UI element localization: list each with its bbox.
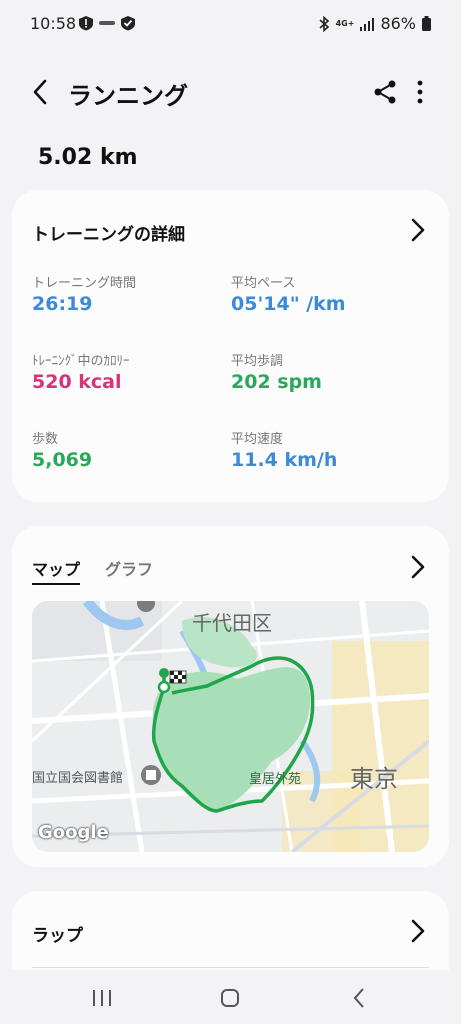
metric-label-steps: 歩数	[32, 432, 59, 447]
divider	[32, 967, 429, 968]
warning-icon	[79, 16, 93, 31]
status-right: 4G+ 86%	[318, 14, 431, 33]
map-label-garden: 皇居外苑	[249, 772, 302, 787]
map-label-city: 東京	[350, 765, 398, 793]
recent-apps-icon[interactable]	[88, 986, 116, 1010]
total-distance: 5.02 km	[38, 145, 138, 170]
metric-label-avg-speed: 平均速度	[231, 432, 284, 447]
battery-percent: 86%	[380, 14, 416, 33]
status-time: 10:58	[30, 14, 77, 33]
route-map[interactable]: 千代田区 国立国会図書館 皇居外苑 東京 Google	[32, 601, 429, 852]
metric-label-avg-pace: 平均ペース	[231, 276, 296, 291]
map-canvas	[32, 601, 429, 852]
metric-value-avg-cadence: 202 spm	[231, 371, 322, 393]
metric-value-avg-speed: 11.4 km/h	[231, 449, 338, 471]
chevron-right-icon[interactable]	[407, 918, 429, 944]
page-title: ランニング	[68, 82, 188, 110]
shield-check-icon	[121, 16, 135, 31]
system-nav-bar	[0, 970, 461, 1024]
status-bar: 10:58 4G+ 86%	[0, 0, 461, 50]
signal-icon	[360, 17, 375, 31]
metric-value-avg-pace: 05'14" /km	[231, 293, 346, 315]
app-notification-icon	[99, 21, 115, 25]
app-header: ランニング	[0, 62, 461, 122]
chevron-right-icon[interactable]	[407, 554, 429, 580]
status-left-icons	[78, 15, 136, 31]
metric-label-training-time: トレーニング時間	[32, 276, 137, 291]
metric-label-avg-cadence: 平均歩調	[231, 354, 284, 369]
share-icon[interactable]	[372, 79, 398, 105]
tab-map[interactable]: マップ	[32, 556, 81, 585]
metric-label-calories: ﾄﾚｰﾆﾝｸﾞ中のｶﾛﾘｰ	[32, 354, 130, 369]
battery-icon	[422, 16, 431, 31]
back-arrow-icon	[33, 79, 47, 105]
map-label-library: 国立国会図書館	[32, 771, 124, 786]
metric-value-training-time: 26:19	[32, 293, 93, 315]
back-button[interactable]	[26, 76, 54, 108]
more-vertical-icon[interactable]	[410, 79, 430, 105]
map-label-district: 千代田区	[192, 611, 272, 635]
chevron-right-icon[interactable]	[407, 217, 429, 243]
network-data-icon: 4G+	[335, 18, 355, 28]
training-details-card[interactable]: トレーニングの詳細 トレーニング時間 26:19 平均ペース 05'14" /k…	[12, 190, 449, 502]
training-details-title: トレーニングの詳細	[32, 225, 185, 245]
home-icon[interactable]	[216, 986, 244, 1010]
metric-value-steps: 5,069	[32, 449, 93, 471]
tab-graph[interactable]: グラフ	[105, 556, 153, 580]
bluetooth-icon	[319, 15, 329, 32]
back-icon[interactable]	[346, 986, 374, 1010]
laps-title: ラップ	[32, 926, 83, 946]
metric-value-calories: 520 kcal	[32, 371, 122, 393]
map-card: マップ グラフ 千代田区 国立国会図書館 皇居外苑 東京 Google	[12, 526, 449, 867]
google-logo: Google	[38, 822, 109, 843]
